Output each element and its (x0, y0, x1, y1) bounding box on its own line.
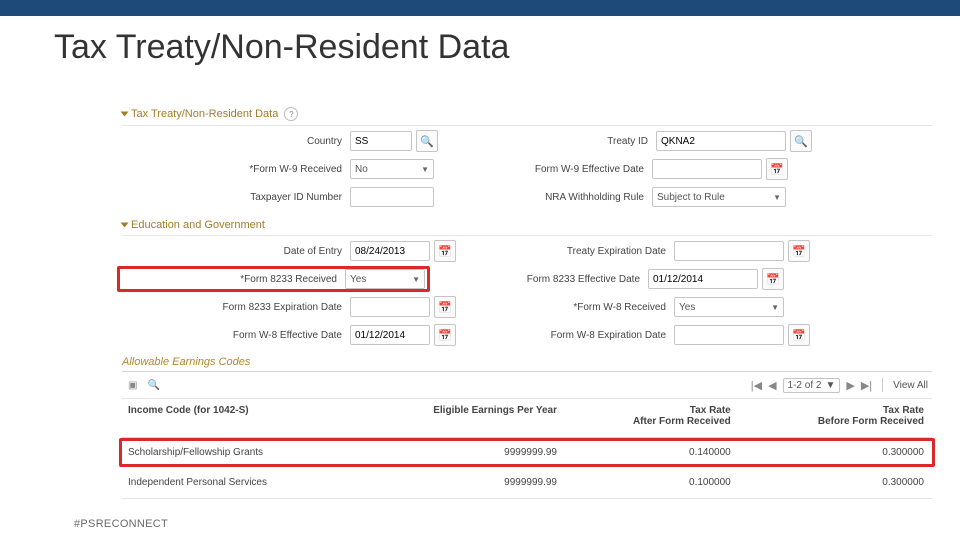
calendar-icon[interactable]: 📅 (788, 324, 810, 346)
section-title: Tax Treaty/Non-Resident Data (131, 108, 278, 120)
col-eligible-earnings: Eligible Earnings Per Year (372, 405, 565, 427)
col-taxrate-before: Tax RateBefore Form Received (739, 405, 932, 427)
f8233-expdate-label: Form 8233 Expiration Date (122, 302, 350, 313)
range-text: 1-2 of 2 (788, 380, 822, 391)
cell-after: 0.100000 (565, 477, 739, 488)
next-page-icon[interactable]: ▶ (846, 379, 854, 392)
cell-before: 0.300000 (739, 447, 932, 458)
w8-expdate-input[interactable] (674, 325, 784, 345)
f8233-effdate-input[interactable] (648, 269, 758, 289)
country-label: Country (122, 136, 350, 147)
country-input[interactable] (350, 131, 412, 151)
calendar-icon[interactable]: 📅 (766, 158, 788, 180)
section-tax-treaty[interactable]: Tax Treaty/Non-Resident Data ? (122, 104, 932, 126)
highlight-8233-received: *Form 8233 Received Yes ▼ (117, 266, 430, 292)
calendar-icon[interactable]: 📅 (788, 240, 810, 262)
col-taxrate-after: Tax RateAfter Form Received (565, 405, 739, 427)
search-icon[interactable]: 🔍 (416, 130, 438, 152)
chevron-down-icon: ▼ (771, 303, 779, 312)
cell-eligible: 9999999.99 (372, 477, 565, 488)
w9-received-value: No (355, 164, 368, 175)
w8-expdate-label: Form W-8 Expiration Date (496, 330, 674, 341)
range-indicator[interactable]: 1-2 of 2 ▼ (783, 378, 841, 393)
w9-received-select[interactable]: No ▼ (350, 159, 434, 179)
taxpayer-id-input[interactable] (350, 187, 434, 207)
caret-down-icon (121, 223, 129, 228)
search-icon[interactable]: 🔍 (790, 130, 812, 152)
cell-income-code: Scholarship/Fellowship Grants (122, 447, 372, 458)
first-page-icon[interactable]: |◀ (751, 379, 762, 392)
treaty-expiration-input[interactable] (674, 241, 784, 261)
w8-effdate-input[interactable] (350, 325, 430, 345)
w9-received-label: *Form W-9 Received (122, 164, 350, 175)
grid-header-row: Income Code (for 1042-S) Eligible Earnin… (122, 399, 932, 438)
cell-eligible: 9999999.99 (372, 447, 565, 458)
calendar-icon[interactable]: 📅 (434, 240, 456, 262)
allowable-earnings-header: Allowable Earnings Codes (122, 356, 932, 368)
calendar-icon[interactable]: 📅 (434, 296, 456, 318)
w8-received-value: Yes (679, 302, 695, 313)
col-income-code: Income Code (for 1042-S) (122, 405, 372, 427)
cell-after: 0.140000 (565, 447, 739, 458)
calendar-icon[interactable]: 📅 (434, 324, 456, 346)
divider (882, 378, 883, 392)
f8233-received-label: *Form 8233 Received (122, 274, 345, 285)
w9-effdate-input[interactable] (652, 159, 762, 179)
footer-hashtag: #PSRECONNECT (74, 518, 168, 530)
calendar-icon[interactable]: 📅 (762, 268, 784, 290)
f8233-received-value: Yes (350, 274, 366, 285)
chevron-down-icon: ▼ (412, 275, 420, 284)
prev-page-icon[interactable]: ◀ (768, 379, 776, 392)
grid-toolbar: ▣ 🔍 |◀ ◀ 1-2 of 2 ▼ ▶ ▶| View All (122, 371, 932, 399)
f8233-received-select[interactable]: Yes ▼ (345, 269, 425, 289)
w9-effdate-label: Form W-9 Effective Date (474, 164, 652, 175)
nra-rule-select[interactable]: Subject to Rule ▼ (652, 187, 786, 207)
table-row[interactable]: Independent Personal Services 9999999.99… (122, 467, 932, 499)
treaty-id-input[interactable] (656, 131, 786, 151)
cell-before: 0.300000 (739, 477, 932, 488)
form-panel: Tax Treaty/Non-Resident Data ? Country 🔍… (122, 104, 932, 499)
last-page-icon[interactable]: ▶| (861, 379, 872, 392)
taxpayer-id-label: Taxpayer ID Number (122, 192, 350, 203)
chevron-down-icon: ▼ (773, 193, 781, 202)
date-of-entry-label: Date of Entry (122, 246, 350, 257)
chevron-down-icon: ▼ (825, 380, 835, 391)
treaty-id-label: Treaty ID (478, 136, 656, 147)
grid-settings-icon[interactable]: ▣ (128, 380, 137, 391)
cell-income-code: Independent Personal Services (122, 477, 372, 488)
section-title: Education and Government (131, 219, 265, 231)
caret-down-icon (121, 112, 129, 117)
header-bar (0, 0, 960, 16)
section-education-gov[interactable]: Education and Government (122, 216, 932, 236)
page-title: Tax Treaty/Non-Resident Data (54, 28, 509, 67)
w8-received-label: *Form W-8 Received (496, 302, 674, 313)
date-of-entry-input[interactable] (350, 241, 430, 261)
f8233-effdate-label: Form 8233 Effective Date (470, 274, 648, 285)
nra-rule-value: Subject to Rule (657, 192, 725, 203)
w8-effdate-label: Form W-8 Effective Date (122, 330, 350, 341)
w8-received-select[interactable]: Yes ▼ (674, 297, 784, 317)
treaty-expiration-label: Treaty Expiration Date (496, 246, 674, 257)
f8233-expdate-input[interactable] (350, 297, 430, 317)
chevron-down-icon: ▼ (421, 165, 429, 174)
help-icon[interactable]: ? (284, 107, 298, 121)
view-all-link[interactable]: View All (893, 380, 928, 391)
search-icon[interactable]: 🔍 (147, 380, 159, 391)
table-row[interactable]: Scholarship/Fellowship Grants 9999999.99… (119, 438, 935, 467)
nra-rule-label: NRA Withholding Rule (474, 192, 652, 203)
